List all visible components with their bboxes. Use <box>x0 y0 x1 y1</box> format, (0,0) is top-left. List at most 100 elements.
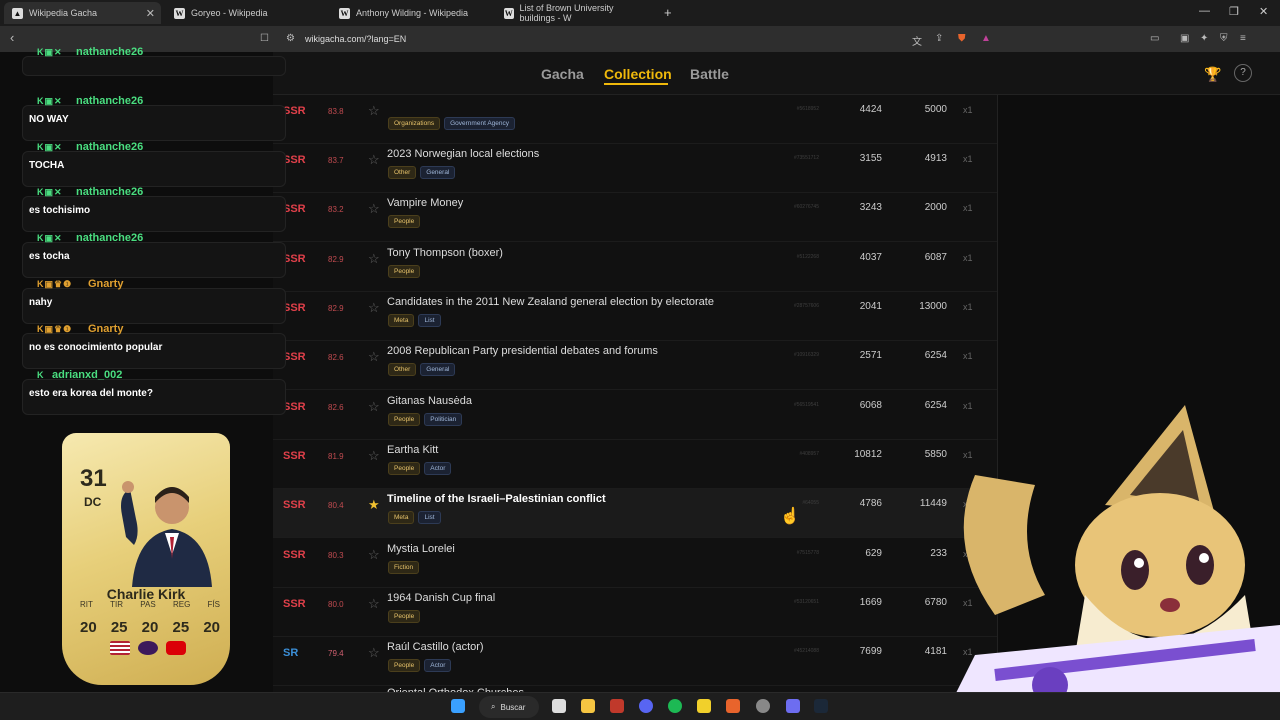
nav-battle[interactable]: Battle <box>690 66 729 82</box>
new-tab-button[interactable]: + <box>664 5 672 20</box>
trophy-icon[interactable]: 🏆 <box>1204 66 1221 83</box>
card-position: DC <box>84 495 102 509</box>
favorite-star-icon[interactable]: ☆ <box>368 547 380 563</box>
favorite-star-icon[interactable]: ☆ <box>368 349 380 365</box>
score-value: 82.6 <box>328 403 344 412</box>
card-row[interactable]: Oriental Orthodox Churches <box>273 683 997 692</box>
brave-shield-icon[interactable]: ⛊ <box>958 33 966 44</box>
valorant-icon[interactable] <box>610 699 624 713</box>
stat-1: 629 <box>865 548 882 559</box>
card-row[interactable]: SSR 82.9 ☆ Candidates in the 2011 New Zeala… <box>273 292 997 341</box>
favorite-star-icon[interactable]: ☆ <box>368 399 380 415</box>
card-row[interactable]: SSR 83.2 ☆ Vampire Money People #60276745 3243… <box>273 193 997 242</box>
tab-anthony-wilding[interactable]: W Anthony Wilding - Wikipedia <box>331 2 491 24</box>
card-row[interactable]: SSR 81.9 ☆ Eartha Kitt People Actor #408957 108… <box>273 440 997 489</box>
leo-icon[interactable]: ✦ <box>1200 33 1208 44</box>
favorite-star-icon[interactable]: ☆ <box>368 251 380 267</box>
tag-list: Fiction <box>388 561 420 574</box>
favorite-star-icon[interactable]: ☆ <box>368 596 380 612</box>
card-row[interactable]: SSR 80.4 ★ Timeline of the Israeli–Palestin… <box>273 489 997 538</box>
card-title[interactable]: Tony Thompson (boxer) <box>387 247 503 259</box>
task-view-icon[interactable] <box>552 699 566 713</box>
stat-label: TIR <box>110 600 124 609</box>
bookmark-icon[interactable]: ☐ <box>260 33 269 44</box>
translate-icon[interactable]: 文 <box>912 33 922 48</box>
close-tab-icon[interactable]: ✕ <box>146 7 155 20</box>
league-logo-icon <box>138 641 158 655</box>
obs-icon[interactable] <box>756 699 770 713</box>
discord-icon[interactable] <box>639 699 653 713</box>
favorite-star-icon[interactable]: ☆ <box>368 103 380 119</box>
tab-wikipedia-gacha[interactable]: ▲ Wikipedia Gacha ✕ <box>4 2 161 24</box>
share-icon[interactable]: ⇪ <box>935 33 943 44</box>
stat-value: 20 <box>141 619 159 636</box>
favorite-star-icon[interactable]: ☆ <box>368 448 380 464</box>
spotify-icon[interactable] <box>668 699 682 713</box>
rarity-label: SSR <box>283 401 306 413</box>
stat-2: 4181 <box>924 646 947 657</box>
card-row[interactable]: SSR 82.9 ☆ Tony Thompson (boxer) People #5122… <box>273 243 997 292</box>
chat-message: K▣♛❶ Gnarty nahy <box>22 278 286 324</box>
rarity-label: SSR <box>283 253 306 265</box>
sidebar-icon[interactable]: ▭ <box>1150 33 1159 44</box>
taskbar-search[interactable]: ⌕ Buscar <box>479 696 539 718</box>
url-field[interactable]: wikigacha.com/?lang=EN <box>305 34 406 44</box>
notes-icon[interactable] <box>697 699 711 713</box>
tag: People <box>388 215 421 228</box>
card-stat-values: 20 25 20 25 20 <box>80 619 220 636</box>
chat-badges-icon: K▣✕ <box>37 187 63 197</box>
card-title[interactable]: Timeline of the Israeli–Palestinian conf… <box>387 493 606 505</box>
card-row[interactable]: SSR 82.6 ☆ 2008 Republican Party presidenti… <box>273 341 997 390</box>
menu-icon[interactable]: ≡ <box>1240 33 1246 44</box>
chat-message: K▣✕ nathanche26 es tochisimo <box>22 186 286 232</box>
favorite-star-icon[interactable]: ☆ <box>368 201 380 217</box>
brave-rewards-icon[interactable]: ▲ <box>981 33 991 44</box>
card-title[interactable]: Eartha Kitt <box>387 444 438 456</box>
card-row[interactable]: SR 79.4 ☆ Raúl Castillo (actor) People Actor #… <box>273 637 997 686</box>
site-info-icon[interactable]: ⚙ <box>286 33 295 44</box>
favorite-star-icon[interactable]: ☆ <box>368 300 380 316</box>
card-row[interactable]: SSR 80.0 ☆ 1964 Danish Cup final People #5312… <box>273 588 997 637</box>
file-explorer-icon[interactable] <box>581 699 595 713</box>
brave-browser-icon[interactable] <box>726 699 740 713</box>
card-row[interactable]: SSR 83.7 ☆ 2023 Norwegian local elections Ot… <box>273 144 997 193</box>
tab-goryeo[interactable]: W Goryeo - Wikipedia <box>166 2 326 24</box>
card-title[interactable]: Gitanas Nausėda <box>387 395 472 407</box>
stat-value: 20 <box>80 619 97 636</box>
card-title[interactable]: Raúl Castillo (actor) <box>387 641 484 653</box>
card-title[interactable]: 2008 Republican Party presidential debat… <box>387 345 658 357</box>
minimize-icon[interactable]: — <box>1199 5 1210 17</box>
card-title[interactable]: 2023 Norwegian local elections <box>387 148 539 160</box>
card-row[interactable]: SSR 83.8 ☆ Organizations Government Agency #5… <box>273 95 997 144</box>
tab-label: Goryeo - Wikipedia <box>191 8 268 18</box>
app-icon[interactable] <box>786 699 800 713</box>
start-icon[interactable] <box>451 699 465 713</box>
stat-2: 13000 <box>919 301 947 312</box>
card-row[interactable]: SSR 80.3 ☆ Mystia Lorelei Fiction #7515778 629… <box>273 539 997 588</box>
tab-brown-university[interactable]: W List of Brown University buildings - W <box>496 2 656 24</box>
help-button[interactable]: ? <box>1234 64 1252 82</box>
steam-icon[interactable] <box>814 699 828 713</box>
favorite-star-icon[interactable]: ☆ <box>368 152 380 168</box>
nav-gacha[interactable]: Gacha <box>541 66 584 82</box>
card-title[interactable]: Candidates in the 2011 New Zealand gener… <box>387 296 714 308</box>
card-row[interactable]: SSR 82.6 ☆ Gitanas Nausėda People Politician #… <box>273 391 997 440</box>
stat-label: REG <box>172 600 191 609</box>
back-icon[interactable]: ‹ <box>10 30 14 45</box>
close-window-icon[interactable]: ✕ <box>1259 5 1268 18</box>
favorite-star-icon[interactable]: ☆ <box>368 645 380 661</box>
rarity-label: SSR <box>283 499 306 511</box>
chat-text: nahy <box>29 297 53 308</box>
item-id: #5122268 <box>796 254 819 260</box>
favorite-star-icon[interactable]: ★ <box>368 497 380 513</box>
card-title[interactable]: Mystia Lorelei <box>387 543 455 555</box>
vpn-icon[interactable]: ⛨ <box>1220 33 1228 44</box>
maximize-icon[interactable]: ❐ <box>1229 5 1239 18</box>
wallet-icon[interactable]: ▣ <box>1180 33 1189 44</box>
tag: People <box>388 462 421 475</box>
nav-collection[interactable]: Collection <box>604 66 672 82</box>
chat-badges-icon: K▣✕ <box>37 96 63 106</box>
stat-2: 4913 <box>924 153 947 164</box>
card-title[interactable]: 1964 Danish Cup final <box>387 592 495 604</box>
card-title[interactable]: Vampire Money <box>387 197 463 209</box>
